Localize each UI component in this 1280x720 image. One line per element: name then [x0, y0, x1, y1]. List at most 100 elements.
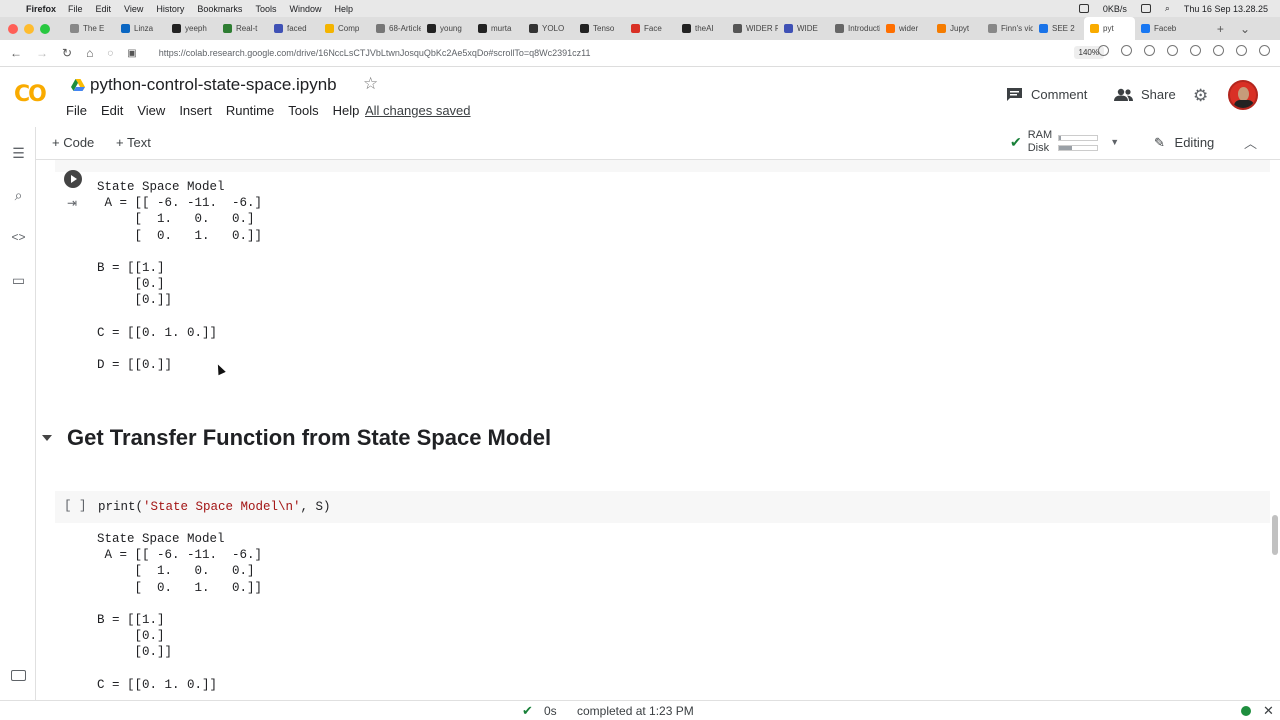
browser-tab[interactable]: faced [268, 17, 319, 40]
grid-icon[interactable] [1140, 4, 1151, 13]
avatar[interactable] [1228, 80, 1258, 110]
add-code-button[interactable]: + Code [52, 135, 94, 150]
browser-tab[interactable]: Faceb [1135, 17, 1186, 40]
browser-tab[interactable]: Face [625, 17, 676, 40]
url-field[interactable]: https://colab.research.google.com/drive/… [159, 48, 591, 58]
menu-file[interactable]: File [66, 103, 87, 118]
account-icon[interactable] [1236, 45, 1247, 56]
editing-label: Editing [1174, 135, 1215, 150]
browser-tab[interactable]: SEE 2 [1033, 17, 1084, 40]
tab-label: Face [644, 24, 662, 33]
collapse-section-icon[interactable] [42, 435, 52, 441]
add-text-button[interactable]: + Text [116, 135, 151, 150]
terminal-icon[interactable] [11, 670, 26, 681]
code-cell[interactable]: [ ] print('State Space Model\n', S) [55, 491, 1270, 523]
browser-tab[interactable]: Introducti [829, 17, 880, 40]
mac-menu-history[interactable]: History [156, 4, 184, 14]
output-actions-icon[interactable]: ⇥ [67, 196, 77, 210]
lock-icon[interactable]: ▣ [127, 48, 136, 59]
extension-icon-4[interactable] [1213, 45, 1224, 56]
browser-tab[interactable]: wider [880, 17, 931, 40]
browser-tab[interactable]: 68-Article [370, 17, 421, 40]
extension-icon[interactable] [1144, 45, 1155, 56]
browser-tab[interactable]: Tenso [574, 17, 625, 40]
close-status-icon[interactable]: ✕ [1263, 703, 1274, 719]
resources-dropdown-icon[interactable]: ▼ [1110, 137, 1119, 147]
browser-tab[interactable]: The E [64, 17, 115, 40]
editing-mode-button[interactable]: ✎ Editing [1154, 135, 1214, 151]
browser-tab[interactable]: murta [472, 17, 523, 40]
save-status[interactable]: All changes saved [365, 103, 471, 118]
back-icon[interactable]: ← [10, 46, 22, 60]
cell-output-2: State Space Model A = [[ -6. -11. -6.] [… [97, 532, 263, 692]
browser-tab[interactable]: theAI [676, 17, 727, 40]
table-of-contents-icon[interactable]: ☰ [10, 145, 27, 162]
runtime-resources[interactable]: ✔ RAM Disk ▼ [1010, 129, 1119, 155]
mac-menu-help[interactable]: Help [334, 4, 353, 14]
browser-tab[interactable]: Comp [319, 17, 370, 40]
mac-menu-window[interactable]: Window [289, 4, 321, 14]
pocket-icon[interactable] [1121, 45, 1132, 56]
notebook-title[interactable]: python-control-state-space.ipynb [90, 75, 337, 95]
code-editor[interactable]: print('State Space Model\n', S) [98, 499, 331, 515]
menu-help[interactable]: Help [333, 103, 360, 118]
run-cell-button[interactable] [64, 170, 82, 188]
search-icon[interactable]: ⌕ [1165, 3, 1170, 14]
reload-icon[interactable]: ↻ [62, 46, 72, 60]
share-button[interactable]: Share [1114, 87, 1176, 102]
execution-completed[interactable]: completed at 1:23 PM [577, 704, 694, 718]
mac-menu-file[interactable]: File [68, 4, 83, 14]
code-snippets-icon[interactable]: <> [10, 230, 27, 247]
comment-button[interactable]: Comment [1006, 87, 1087, 102]
colab-header: CO python-control-state-space.ipynb ☆ Fi… [0, 67, 1280, 127]
cell-run-bracket[interactable]: [ ] [64, 499, 87, 513]
tab-label: Introducti [848, 24, 880, 33]
mac-menu-tools[interactable]: Tools [255, 4, 276, 14]
menu-icon[interactable] [1259, 45, 1270, 56]
section-heading[interactable]: Get Transfer Function from State Space M… [67, 425, 551, 451]
gear-icon[interactable]: ⚙ [1193, 86, 1208, 106]
screen-record-icon[interactable] [1078, 4, 1089, 13]
clock[interactable]: Thu 16 Sep 13.28.25 [1184, 4, 1268, 14]
menu-tools[interactable]: Tools [288, 103, 318, 118]
extension-icon-2[interactable] [1167, 45, 1178, 56]
browser-tab[interactable]: yeeph [166, 17, 217, 40]
bookmark-star-icon[interactable] [1098, 45, 1109, 56]
code-string: 'State Space Model\n' [143, 500, 301, 514]
disk-bar [1058, 144, 1099, 151]
files-folder-icon[interactable]: ▭ [10, 272, 27, 289]
new-tab-icon[interactable]: + [1217, 22, 1224, 36]
menu-edit[interactable]: Edit [101, 103, 123, 118]
menu-runtime[interactable]: Runtime [226, 103, 274, 118]
colab-logo[interactable]: CO [14, 82, 47, 107]
close-window-icon[interactable] [8, 23, 18, 34]
browser-tab[interactable]: Jupyt [931, 17, 982, 40]
mac-menu-edit[interactable]: Edit [96, 4, 112, 14]
browser-tab[interactable]: Real-t [217, 17, 268, 40]
scrollbar-thumb[interactable] [1272, 515, 1278, 555]
mac-menu-bookmarks[interactable]: Bookmarks [197, 4, 242, 14]
app-name[interactable]: Firefox [26, 4, 56, 14]
browser-tab[interactable]: YOLO [523, 17, 574, 40]
collapse-header-icon[interactable]: ︿ [1244, 133, 1257, 152]
extension-icon-3[interactable] [1190, 45, 1201, 56]
tab-list-icon[interactable]: ⌄ [1240, 22, 1250, 36]
browser-tab[interactable]: WIDER FA [727, 17, 778, 40]
menu-insert[interactable]: Insert [179, 103, 212, 118]
disk-label: Disk [1027, 142, 1050, 154]
menu-view[interactable]: View [137, 103, 165, 118]
browser-tab[interactable]: WIDE [778, 17, 829, 40]
browser-tab[interactable]: pyt [1084, 17, 1135, 40]
star-icon[interactable]: ☆ [363, 74, 378, 94]
google-drive-icon[interactable] [71, 79, 85, 91]
browser-tab[interactable]: Finn's vid [982, 17, 1033, 40]
shield-icon[interactable]: ◌ [107, 48, 113, 59]
home-icon[interactable]: ⌂ [86, 46, 93, 60]
browser-tab[interactable]: Linza [115, 17, 166, 40]
browser-tab[interactable]: young [421, 17, 472, 40]
zoom-window-icon[interactable] [40, 23, 50, 34]
minimize-window-icon[interactable] [24, 23, 34, 34]
mac-menu-view[interactable]: View [124, 4, 143, 14]
forward-icon[interactable]: → [36, 46, 48, 60]
search-icon[interactable]: ⌕ [10, 187, 27, 204]
